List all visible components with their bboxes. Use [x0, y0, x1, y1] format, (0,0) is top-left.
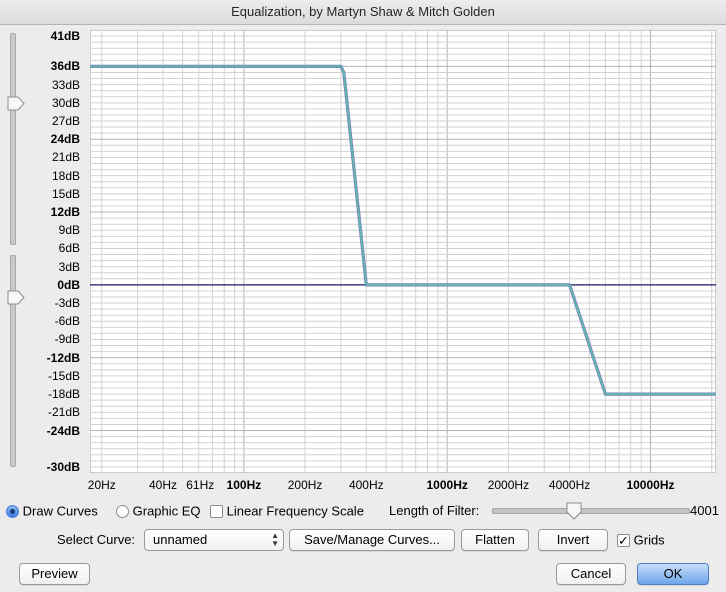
eq-curve-plot[interactable]	[90, 30, 716, 473]
y-tick-label: 33dB	[51, 77, 80, 92]
y-tick-label: 21dB	[51, 150, 80, 165]
draw-curves-label: Draw Curves	[22, 503, 98, 519]
y-tick-label: 9dB	[58, 223, 80, 238]
y-tick-label: 12dB	[50, 205, 80, 220]
y-tick-label: -6dB	[54, 314, 80, 329]
x-tick-label: 400Hz	[348, 478, 384, 492]
x-tick-label: 200Hz	[287, 478, 323, 492]
max-db-slider-thumb[interactable]	[7, 96, 25, 111]
curve-row: Select Curve: unnamed ▲ ▼ Save/Manage Cur…	[0, 528, 726, 552]
invert-button[interactable]: Invert	[538, 529, 608, 551]
draw-curves-radio[interactable]	[6, 505, 19, 519]
x-tick-label: 40Hz	[148, 478, 177, 492]
y-tick-label: 3dB	[58, 259, 80, 274]
x-tick-label: 4000Hz	[548, 478, 591, 492]
ok-button[interactable]: OK	[637, 563, 709, 585]
y-tick-label: -21dB	[47, 405, 80, 420]
y-tick-label: 15dB	[51, 186, 80, 201]
max-db-slider-track[interactable]	[10, 33, 16, 245]
flatten-button[interactable]: Flatten	[461, 529, 529, 551]
x-tick-label: 2000Hz	[487, 478, 530, 492]
cancel-button[interactable]: Cancel	[556, 563, 626, 585]
y-tick-label: -24dB	[46, 423, 80, 438]
y-tick-label: -30dB	[46, 459, 80, 474]
x-tick-label: 20Hz	[87, 478, 116, 492]
y-tick-label: -12dB	[46, 350, 80, 365]
y-tick-label: 27dB	[51, 114, 80, 129]
linear-scale-label: Linear Frequency Scale	[226, 503, 364, 519]
y-tick-label: 18dB	[51, 168, 80, 183]
select-curve-label: Select Curve:	[57, 532, 136, 547]
x-axis-labels: 20Hz 40Hz 61Hz 100Hz 200Hz 400Hz 1000Hz 2000Hz 4…	[0, 0, 726, 492]
min-db-slider-thumb[interactable]	[7, 290, 25, 305]
y-tick-label: 36dB	[50, 59, 80, 74]
filter-length-value: 4001	[690, 503, 719, 518]
graphic-eq-label: Graphic EQ	[132, 503, 201, 519]
y-tick-label: -18dB	[47, 387, 80, 402]
checkmark-icon: ✓	[618, 533, 629, 549]
grids-option[interactable]: ✓ Grids	[617, 528, 665, 552]
preview-button[interactable]: Preview	[19, 563, 90, 585]
window-title: Equalization, by Martyn Shaw & Mitch Gol…	[0, 0, 726, 25]
min-db-slider-track[interactable]	[10, 255, 16, 467]
y-tick-label: 6dB	[58, 241, 80, 256]
linear-scale-checkbox[interactable]	[210, 505, 223, 519]
x-tick-label: 1000Hz	[426, 478, 468, 492]
updown-arrows-icon: ▲ ▼	[271, 531, 279, 548]
grids-label: Grids	[633, 532, 665, 548]
y-tick-label: -3dB	[54, 296, 80, 311]
y-tick-label: -15dB	[47, 368, 80, 383]
y-tick-label: -9dB	[54, 332, 80, 347]
x-tick-label: 61Hz	[186, 478, 215, 492]
draw-curves-option[interactable]: Draw Curves	[6, 499, 98, 523]
graphic-eq-radio[interactable]	[116, 505, 129, 519]
y-tick-label: 41dB	[50, 29, 80, 44]
select-curve-value: unnamed	[153, 532, 208, 547]
y-tick-label: 0dB	[57, 277, 80, 292]
filter-length-slider-track[interactable]	[492, 508, 690, 514]
filter-length-slider-thumb[interactable]	[565, 502, 583, 520]
linear-scale-option[interactable]: Linear Frequency Scale	[210, 499, 364, 523]
x-tick-label: 100Hz	[226, 478, 262, 492]
select-curve-dropdown[interactable]: unnamed ▲ ▼	[144, 529, 284, 551]
save-manage-curves-button[interactable]: Save/Manage Curves...	[289, 529, 455, 551]
filter-length-label: Length of Filter:	[389, 503, 480, 518]
mode-row: Draw Curves Graphic EQ Linear Frequency …	[0, 499, 726, 523]
y-tick-label: 24dB	[50, 132, 80, 147]
graphic-eq-option[interactable]: Graphic EQ	[116, 499, 201, 523]
grids-checkbox[interactable]: ✓	[617, 533, 630, 549]
x-tick-label: 10000Hz	[626, 478, 675, 492]
y-tick-label: 30dB	[51, 95, 80, 110]
